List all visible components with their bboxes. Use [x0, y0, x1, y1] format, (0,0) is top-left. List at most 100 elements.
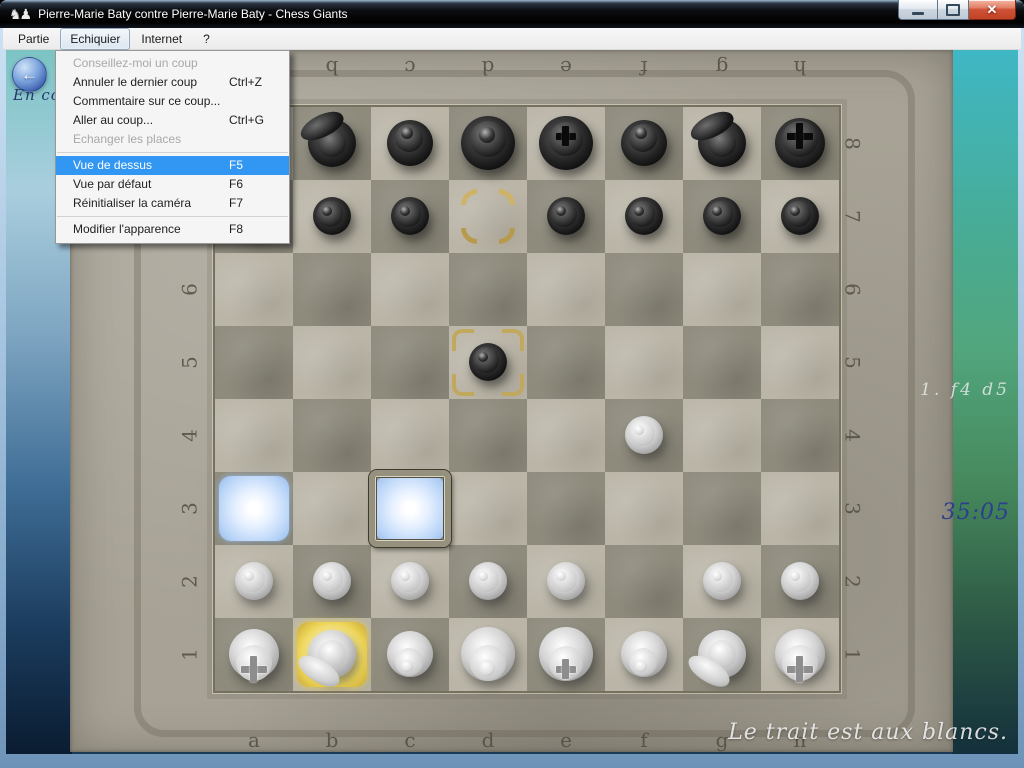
- piece-white-pawn-d2[interactable]: [449, 545, 527, 618]
- menubar: PartieEchiquierInternet?: [3, 28, 1021, 50]
- menu-item-shortcut: Ctrl+Z: [229, 73, 262, 92]
- square-h3[interactable]: [761, 472, 839, 545]
- piece-black-knight-g8[interactable]: [683, 107, 761, 180]
- piece-black-pawn-e7[interactable]: [527, 180, 605, 253]
- caption-buttons: ✕: [898, 0, 1016, 20]
- menu-item-shortcut: F5: [229, 156, 243, 175]
- square-e4[interactable]: [527, 399, 605, 472]
- piece-white-pawn-e2[interactable]: [527, 545, 605, 618]
- square-a5[interactable]: [215, 326, 293, 399]
- menu-item[interactable]: Modifier l'apparenceF8: [56, 220, 289, 239]
- piece-white-bishop-c1[interactable]: [371, 618, 449, 691]
- menu-item-label: Conseillez-moi un coup: [73, 56, 198, 70]
- highlight-move-blue-a3[interactable]: [215, 472, 293, 545]
- menubar-item-internet[interactable]: Internet: [131, 28, 192, 50]
- square-c4[interactable]: [371, 399, 449, 472]
- square-d3[interactable]: [449, 472, 527, 545]
- maximize-icon: [946, 4, 960, 16]
- piece-white-pawn-a2[interactable]: [215, 545, 293, 618]
- piece-black-pawn-h7[interactable]: [761, 180, 839, 253]
- piece-black-pawn-g7[interactable]: [683, 180, 761, 253]
- menubar-item-echiquier[interactable]: Echiquier: [60, 28, 130, 50]
- piece-black-pawn-f7[interactable]: [605, 180, 683, 253]
- square-f3[interactable]: [605, 472, 683, 545]
- piece-white-queen-d1[interactable]: [449, 618, 527, 691]
- piece-white-pawn-h2[interactable]: [761, 545, 839, 618]
- piece-white-rook-a1[interactable]: [215, 618, 293, 691]
- piece-black-king-e8[interactable]: [527, 107, 605, 180]
- menu-item-label: Réinitialiser la caméra: [73, 196, 191, 210]
- menu-item[interactable]: Aller au coup...Ctrl+G: [56, 111, 289, 130]
- square-a4[interactable]: [215, 399, 293, 472]
- menu-item[interactable]: Réinitialiser la caméraF7: [56, 194, 289, 213]
- square-a6[interactable]: [215, 253, 293, 326]
- maximize-button[interactable]: [938, 0, 969, 20]
- piece-black-knight-b8[interactable]: [293, 107, 371, 180]
- piece-white-knight-g1[interactable]: [683, 618, 761, 691]
- title-bar[interactable]: ♞♟ Pierre-Marie Baty contre Pierre-Marie…: [0, 0, 1024, 28]
- square-b5[interactable]: [293, 326, 371, 399]
- move-hint-glow: [219, 476, 289, 541]
- piece-white-pawn-f4[interactable]: [605, 399, 683, 472]
- square-g6[interactable]: [683, 253, 761, 326]
- square-g4[interactable]: [683, 399, 761, 472]
- menu-item-label: Vue par défaut: [73, 177, 151, 191]
- square-f2[interactable]: [605, 545, 683, 618]
- square-b6[interactable]: [293, 253, 371, 326]
- file-label-top-d: d: [449, 56, 527, 80]
- file-label-top-g: g: [683, 56, 761, 80]
- piece-black-pawn-c7[interactable]: [371, 180, 449, 253]
- square-e3[interactable]: [527, 472, 605, 545]
- board-grid: [215, 107, 839, 691]
- file-label-bottom-e: e: [527, 728, 605, 752]
- piece-black-pawn-d5[interactable]: [449, 326, 527, 399]
- file-label-bottom-c: c: [371, 728, 449, 752]
- menu-item[interactable]: Conseillez-moi un coup: [56, 54, 289, 73]
- square-g5[interactable]: [683, 326, 761, 399]
- square-b3[interactable]: [293, 472, 371, 545]
- square-c5[interactable]: [371, 326, 449, 399]
- menu-item[interactable]: Vue par défautF6: [56, 175, 289, 194]
- square-c6[interactable]: [371, 253, 449, 326]
- square-b4[interactable]: [293, 399, 371, 472]
- square-h4[interactable]: [761, 399, 839, 472]
- piece-black-bishop-c8[interactable]: [371, 107, 449, 180]
- piece-white-pawn-b2[interactable]: [293, 545, 371, 618]
- piece-white-pawn-c2[interactable]: [371, 545, 449, 618]
- minimize-button[interactable]: [898, 0, 938, 20]
- piece-white-king-e1[interactable]: [527, 618, 605, 691]
- close-icon: ✕: [987, 2, 998, 18]
- square-f6[interactable]: [605, 253, 683, 326]
- menu-item[interactable]: Commentaire sur ce coup...: [56, 92, 289, 111]
- menu-separator: [57, 152, 288, 153]
- menu-item[interactable]: Vue de dessusF5: [56, 156, 289, 175]
- piece-white-knight-b1[interactable]: [293, 618, 371, 691]
- square-h5[interactable]: [761, 326, 839, 399]
- menubar-item-partie[interactable]: Partie: [8, 28, 59, 50]
- highlight-last-move-origin-d7[interactable]: [449, 180, 527, 253]
- menu-item[interactable]: Annuler le dernier coupCtrl+Z: [56, 73, 289, 92]
- window-title: Pierre-Marie Baty contre Pierre-Marie Ba…: [38, 7, 347, 21]
- file-label-bottom-d: d: [449, 728, 527, 752]
- square-e6[interactable]: [527, 253, 605, 326]
- highlight-move-blue-framed-c3[interactable]: [371, 472, 449, 545]
- square-g3[interactable]: [683, 472, 761, 545]
- menu-item[interactable]: Echanger les places: [56, 130, 289, 149]
- piece-black-bishop-f8[interactable]: [605, 107, 683, 180]
- square-e5[interactable]: [527, 326, 605, 399]
- menu-item-label: Aller au coup...: [73, 113, 153, 127]
- menu-separator: [57, 216, 288, 217]
- piece-white-rook-h1[interactable]: [761, 618, 839, 691]
- square-d6[interactable]: [449, 253, 527, 326]
- menubar-item-?[interactable]: ?: [193, 28, 220, 50]
- piece-black-pawn-b7[interactable]: [293, 180, 371, 253]
- clock-display: 35:05: [942, 500, 1010, 525]
- close-button[interactable]: ✕: [969, 0, 1016, 20]
- piece-white-pawn-g2[interactable]: [683, 545, 761, 618]
- square-f5[interactable]: [605, 326, 683, 399]
- piece-black-queen-d8[interactable]: [449, 107, 527, 180]
- square-h6[interactable]: [761, 253, 839, 326]
- piece-black-rook-h8[interactable]: [761, 107, 839, 180]
- square-d4[interactable]: [449, 399, 527, 472]
- piece-white-bishop-f1[interactable]: [605, 618, 683, 691]
